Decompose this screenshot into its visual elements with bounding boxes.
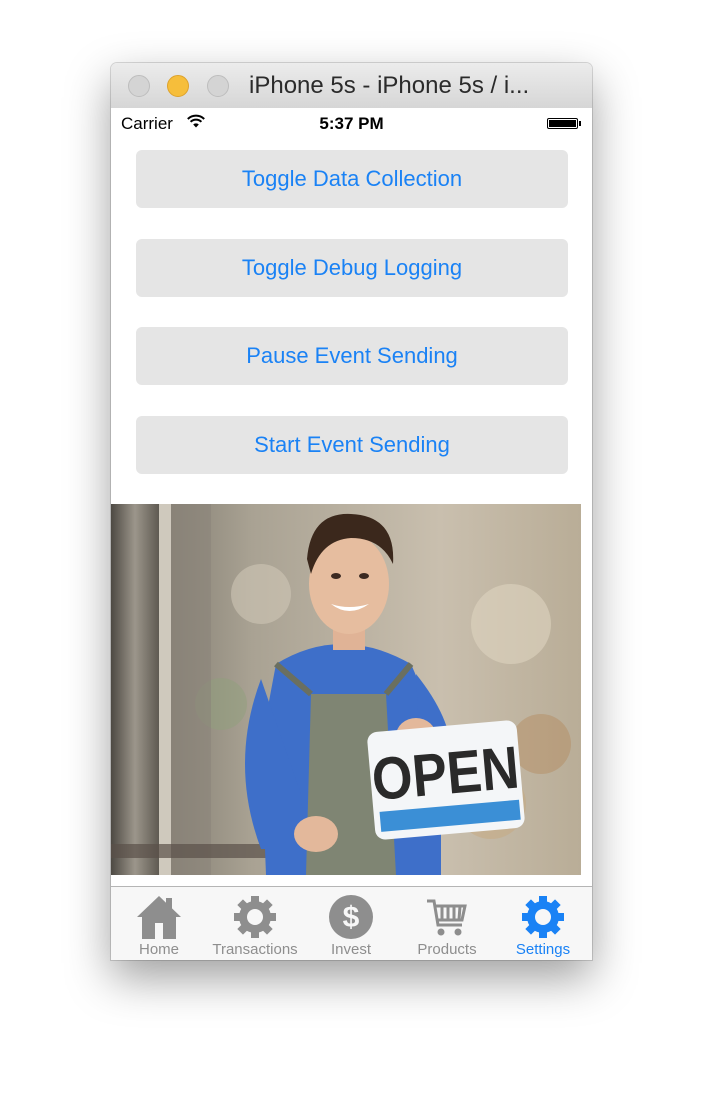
open-sign-text: OPEN: [369, 733, 522, 813]
shopping-cart-icon: [427, 899, 467, 936]
settings-gear-icon: [522, 896, 564, 938]
dollar-coin-icon: $: [329, 895, 373, 939]
tab-settings[interactable]: Settings: [495, 887, 591, 960]
tab-transactions-label: Transactions: [212, 941, 298, 958]
battery-tip: [579, 121, 581, 126]
battery-icon: [547, 118, 578, 129]
device-screen: Carrier 5:37 PM Toggle Data Collection T…: [111, 108, 592, 960]
tab-products[interactable]: Products: [399, 887, 495, 960]
gear-icon: [234, 896, 276, 938]
status-bar: Carrier 5:37 PM: [111, 108, 592, 138]
window-titlebar: iPhone 5s - iPhone 5s / i...: [111, 63, 592, 109]
simulator-window: iPhone 5s - iPhone 5s / i... Carrier 5:3…: [111, 63, 592, 960]
window-title: iPhone 5s - iPhone 5s / i...: [249, 72, 530, 99]
pause-event-sending-button[interactable]: Pause Event Sending: [136, 327, 568, 385]
toggle-debug-logging-button[interactable]: Toggle Debug Logging: [136, 239, 568, 297]
tab-settings-label: Settings: [515, 941, 571, 958]
toggle-data-collection-button[interactable]: Toggle Data Collection: [136, 150, 568, 208]
close-window-button[interactable]: [128, 75, 150, 97]
tab-home[interactable]: Home: [111, 887, 207, 960]
zoom-window-button[interactable]: [207, 75, 229, 97]
tab-invest[interactable]: $ Invest: [303, 887, 399, 960]
tab-home-label: Home: [138, 941, 179, 958]
tab-products-label: Products: [417, 941, 477, 958]
house-icon: [137, 896, 181, 939]
tab-invest-label: Invest: [330, 941, 372, 958]
tab-bar: Home Transactions $ Invest Products Sett…: [111, 886, 592, 960]
clock: 5:37 PM: [319, 114, 384, 133]
minimize-window-button[interactable]: [167, 75, 189, 97]
tab-transactions[interactable]: Transactions: [207, 887, 303, 960]
start-event-sending-button[interactable]: Start Event Sending: [136, 416, 568, 474]
shop-owner-photo: OPEN: [111, 504, 581, 875]
svg-text:$: $: [343, 901, 360, 934]
